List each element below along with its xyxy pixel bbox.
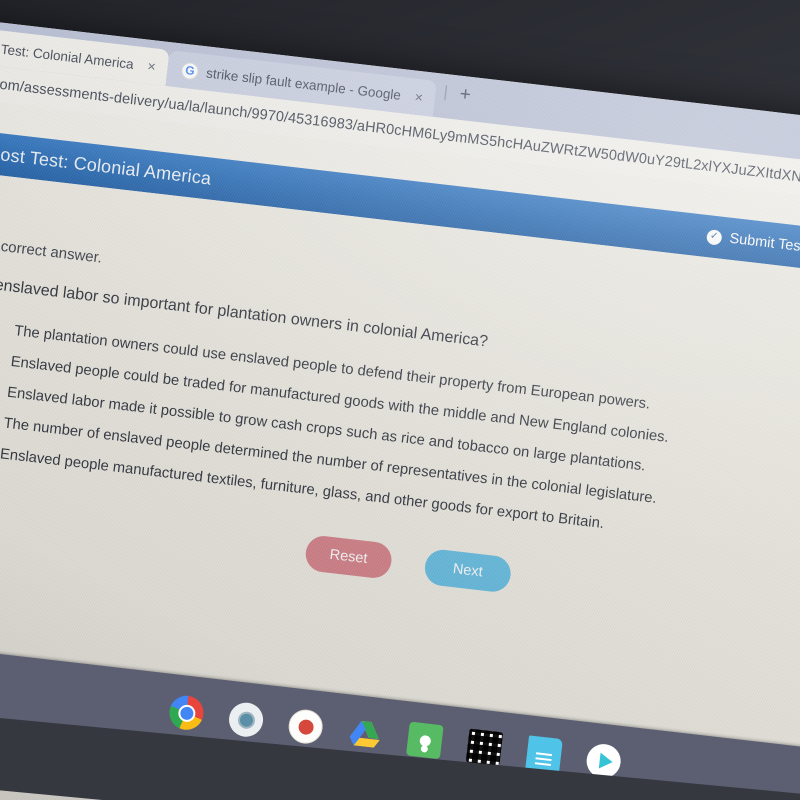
choice-letter: B. <box>0 351 3 369</box>
camera-icon[interactable] <box>227 700 265 739</box>
new-tab-icon[interactable]: + <box>458 84 472 107</box>
close-icon[interactable]: × <box>414 89 424 106</box>
google-favicon: G <box>180 61 200 80</box>
google-drive-glyph <box>349 720 380 748</box>
google-drive-icon[interactable] <box>346 715 384 753</box>
choice-letter: A. <box>0 320 6 338</box>
tab-divider: | <box>442 83 449 101</box>
chrome-icon[interactable] <box>167 693 206 732</box>
browser-tab-title: Post Test: Colonial America <box>0 38 135 72</box>
close-icon[interactable]: × <box>147 58 157 75</box>
recorder-icon[interactable] <box>286 707 325 746</box>
qr-code-icon[interactable] <box>465 728 504 767</box>
google-classroom-icon[interactable] <box>406 721 444 760</box>
photographed-screen-stage: × e Post Test: Colonial America × G stri… <box>0 0 800 800</box>
check-circle-icon: ✓ <box>705 228 723 246</box>
next-button[interactable]: Next <box>423 547 513 594</box>
reset-button[interactable]: Reset <box>303 534 394 580</box>
submit-test-label: Submit Test <box>728 230 800 256</box>
